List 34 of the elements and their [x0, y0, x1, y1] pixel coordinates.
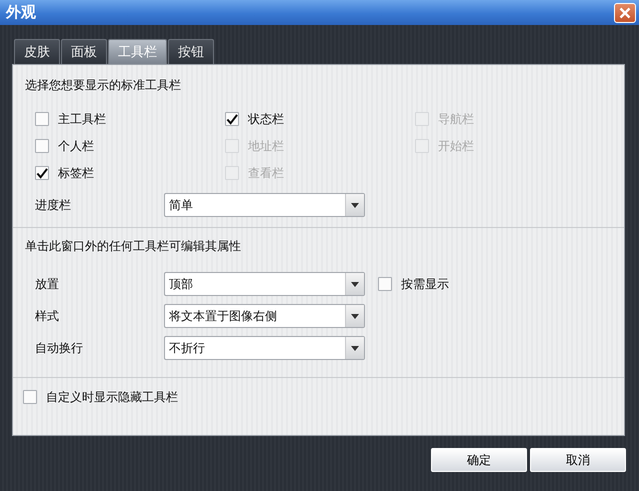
dropdown[interactable]: 顶部: [164, 272, 365, 296]
field-label: 自动换行: [34, 340, 84, 356]
section-heading: 选择您想要显示的标准工具栏: [25, 77, 182, 94]
checkbox[interactable]: [23, 390, 37, 404]
checkbox-label: 状态栏: [248, 110, 284, 128]
checkbox-label: 标签栏: [58, 164, 94, 182]
field-label: 放置: [34, 276, 60, 292]
checkbox-label: 开始栏: [438, 138, 474, 154]
close-button[interactable]: [614, 2, 636, 22]
dialog-button[interactable]: 确定: [431, 448, 527, 472]
checkbox-label: 主工具栏: [58, 110, 106, 128]
checkbox-label: 按需显示: [401, 276, 449, 292]
checkbox-label: 自定义时显示隐藏工具栏: [46, 388, 178, 406]
dropdown[interactable]: 不折行: [164, 336, 365, 360]
checkbox-label: 查看栏: [248, 164, 284, 182]
checkbox-label: 地址栏: [248, 138, 284, 154]
window-title: 外观: [6, 3, 36, 22]
close-icon: [619, 6, 631, 18]
field-label: 样式: [34, 308, 60, 324]
section-heading: 单击此窗口外的任何工具栏可编辑其属性: [25, 238, 242, 255]
checkbox[interactable]: [35, 139, 49, 153]
tab[interactable]: 面板: [61, 39, 107, 64]
checkbox[interactable]: [35, 166, 49, 180]
checkbox[interactable]: [225, 112, 239, 126]
tab[interactable]: 按钮: [168, 39, 214, 64]
dropdown[interactable]: 将文本置于图像右侧: [164, 304, 365, 328]
checkbox-label: 个人栏: [58, 138, 94, 154]
checkbox[interactable]: [35, 112, 49, 126]
dropdown[interactable]: 简单: [164, 193, 365, 217]
checkbox[interactable]: [378, 277, 392, 291]
checkbox-label: 导航栏: [438, 110, 474, 128]
field-label: 进度栏: [34, 196, 72, 214]
tab[interactable]: 皮肤: [14, 39, 60, 64]
dialog-button[interactable]: 取消: [530, 448, 626, 472]
